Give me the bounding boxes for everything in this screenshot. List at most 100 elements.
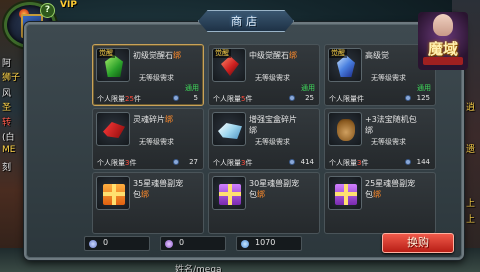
item-icon-slot[interactable]: 觉醒 [212,48,246,82]
item-icon-slot[interactable] [328,176,362,210]
character-portrait [433,14,453,36]
bound-mark: 绑 [289,51,297,60]
item-name-text: 25星魂兽副宠 [365,179,416,188]
item-icon-slot[interactable] [96,112,130,146]
item-name: 灵魂碎片绑 [133,114,173,125]
binding-tag: 觉醒 [213,49,231,58]
red-gem-icon [221,56,239,76]
bound-mark: 绑 [257,190,265,199]
item-price: 144 [416,158,430,166]
limit-label: 个人限量 [329,159,357,167]
price-coin-icon [173,95,179,101]
logo-ribbon [423,57,463,65]
item-price: 414 [300,158,314,166]
item-name-text: 高级觉 [365,51,389,60]
item-icon-slot[interactable] [212,112,246,146]
item-name: 初级觉醒石绑 [133,50,181,61]
awakening-coin-icon [89,240,97,248]
item-icon-slot[interactable]: 觉醒 [96,48,130,82]
currency-field: 1070 [236,236,302,251]
shop-item-card[interactable]: +3法宝随机包绑无等级需求个人限量3件 144 [324,108,436,170]
item-price: 5 [193,94,198,102]
currency-value: 0 [103,238,109,247]
item-name: 增强宝盒碎片 [249,114,297,125]
shop-item-card[interactable]: 觉醒 初级觉醒石绑 无等级需求 通用 个人限量25件 5 [92,44,204,106]
item-name: 25星魂兽副宠 [365,178,415,189]
purchase-limit: 个人限量25件 [97,94,141,104]
item-name-line2-text: 包 [133,190,141,199]
item-name-text: 中级觉醒石 [249,51,289,60]
shop-item-card[interactable]: 30星魂兽副宠 包绑 [208,172,320,234]
right-label: 逍 [466,103,476,113]
left-label: 圣 [2,103,12,113]
level-requirement: 无等级需求 [371,74,406,82]
item-name-line2-text: 绑 [249,126,257,135]
limit-unit: 件 [245,95,253,103]
item-name-line2: 绑 [249,125,257,136]
left-label: 狮子 [2,73,21,83]
item-name-line2-text: 包 [365,190,373,199]
item-name: 35星魂兽副宠 [133,178,183,189]
game-logo[interactable]: 魔域 [418,12,468,70]
item-icon-slot[interactable] [212,176,246,210]
item-name-line2: 包绑 [133,189,149,200]
purchase-limit: 个人限量3件 [329,158,368,168]
blue-gem-icon [337,55,355,77]
left-label: 阿 [2,59,12,69]
shop-item-card[interactable]: 35星魂兽副宠 包绑 [92,172,204,234]
currency-value: 0 [179,238,185,247]
item-name-line2: 绑 [365,125,373,136]
shop-item-card[interactable]: 灵魂碎片绑 无等级需求 个人限量3件 27 [92,108,204,170]
price-coin-icon [405,95,411,101]
item-name-text: 35星魂兽副宠 [133,179,184,188]
item-price: 25 [305,94,314,102]
level-requirement: 无等级需求 [371,138,406,146]
item-name: +3法宝随机包 [365,114,417,125]
limit-label: 个人限量 [97,95,125,103]
currency-field: 0 [84,236,150,251]
exchange-button[interactable]: 换购 [382,233,454,253]
item-price: 125 [416,94,430,102]
level-requirement: 无等级需求 [255,74,290,82]
purchase-limit: 个人限量3件 [97,158,136,168]
price-coin-icon [289,95,295,101]
treasure-bag-icon [337,119,355,141]
item-name: 高级觉 [365,50,389,61]
item-icon-slot[interactable] [96,176,130,210]
purchase-limit: 个人限量件 [329,94,364,104]
item-name-line2-text: 包 [249,190,257,199]
shop-item-card[interactable]: 觉醒 中级觉醒石绑 无等级需求 通用 个人限量5件 25 [208,44,320,106]
red-shard-icon [103,122,125,138]
bound-mark: 绑 [373,190,381,199]
item-icon-slot[interactable] [328,112,362,146]
binding-tag: 觉醒 [97,49,115,58]
vip-tag[interactable]: VIP [60,0,77,10]
left-label: (白 [2,133,15,143]
currency-type: 通用 [185,84,199,92]
left-label: 风 [2,89,12,99]
item-price: 27 [189,158,198,166]
left-label: 刻 [2,163,12,173]
help-badge[interactable]: ? [40,3,55,18]
level-requirement: 无等级需求 [255,138,290,146]
item-grid: 觉醒 初级觉醒石绑 无等级需求 通用 个人限量25件 5 觉醒 中级觉醒石绑 无等级需求 通用 个人… [32,42,458,234]
purchase-limit: 个人限量5件 [213,94,252,104]
shop-item-card[interactable]: 25星魂兽副宠 包绑 [324,172,436,234]
item-name: 30星魂兽副宠 [249,178,299,189]
shop-item-card[interactable]: 增强宝盒碎片绑无等级需求 个人限量3件 414 [208,108,320,170]
limit-unit: 件 [361,159,369,167]
item-name: 中级觉醒石绑 [249,50,297,61]
item-name-text: 初级觉醒石 [133,51,173,60]
currency-type: 通用 [417,84,431,92]
green-gem-icon [105,55,123,77]
ribbon-icon [103,192,125,196]
limit-label: 个人限量 [97,159,125,167]
limit-count: 25 [125,95,134,103]
left-label: ME [2,145,16,155]
item-icon-slot[interactable]: 觉醒 [328,48,362,82]
bound-mark: 绑 [165,115,173,124]
shop-window: 商店 ✕ 觉醒初级觉醒石绑无等级需求通用个人限量25件5觉醒中级觉醒石绑无等级需… [24,10,466,260]
limit-label: 个人限量 [329,95,357,103]
price-coin-icon [405,159,411,165]
item-name-line2: 包绑 [249,189,265,200]
